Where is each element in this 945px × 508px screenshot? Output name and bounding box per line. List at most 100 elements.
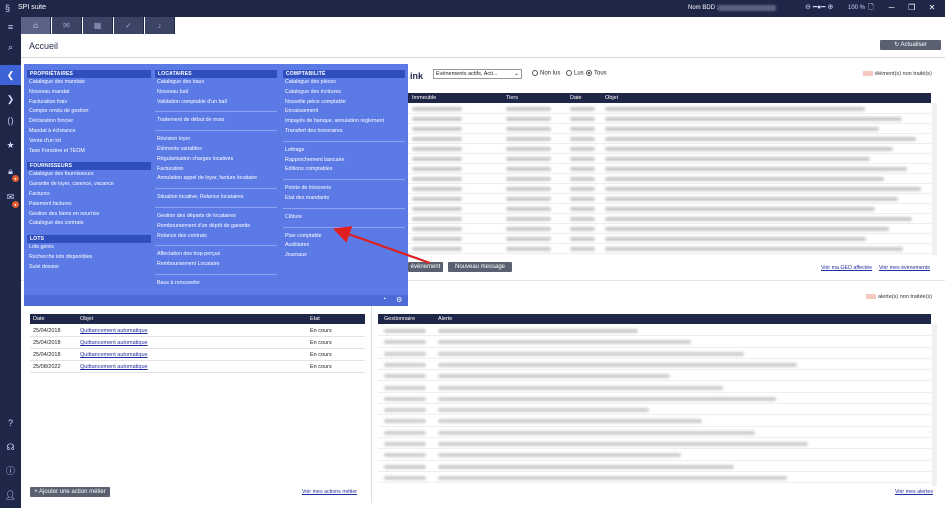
action-object-link[interactable]: Quittancement automatique	[80, 361, 148, 373]
action-object-link[interactable]: Quittancement automatique	[80, 337, 148, 349]
zoom-out-icon[interactable]: ⊖	[805, 4, 811, 11]
table-row[interactable]	[378, 461, 931, 472]
table-row[interactable]: 25/04/2018 Quittancement automatique En co…	[30, 349, 365, 361]
table-row[interactable]	[408, 144, 931, 154]
table-row[interactable]	[408, 204, 931, 214]
alerts-link[interactable]: Voir mes alertes	[895, 489, 933, 495]
forward-icon[interactable]: ❯	[0, 89, 21, 109]
action-object-link[interactable]: Quittancement automatique	[80, 349, 148, 361]
flyout-menu-item[interactable]: Catalogue des pièces	[283, 78, 405, 88]
events-filter-select[interactable]: Evènements actifs, Acti... ⌄	[433, 69, 522, 79]
events-scrollbar[interactable]	[932, 103, 937, 255]
table-row[interactable]	[408, 244, 931, 254]
flyout-menu-item[interactable]: Garantie de loyer, carence, vacance	[27, 180, 151, 190]
table-row[interactable]	[378, 438, 931, 450]
flyout-menu-item[interactable]: Editions comptables	[283, 165, 405, 175]
flyout-menu-item[interactable]: Paiement factures	[27, 200, 151, 210]
flyout-menu-item[interactable]: Remboursement d'un dépôt de garantie	[155, 222, 277, 232]
table-row[interactable]	[408, 224, 931, 234]
event-button[interactable]: évènement	[408, 262, 443, 272]
nav-arrow-icon[interactable]: ❮	[0, 65, 21, 85]
menu-icon[interactable]: ≡	[0, 17, 21, 37]
flyout-menu-item[interactable]: Suivi dossier	[27, 263, 151, 273]
radio-lus[interactable]: Lus	[566, 70, 584, 77]
ged-link[interactable]: Voir ma GED affectée	[821, 265, 872, 271]
flyout-menu-item[interactable]: Révision loyer	[155, 135, 277, 145]
restore-icon[interactable]: ❐	[903, 3, 921, 12]
flyout-menu-item[interactable]: Mandat à échéance	[27, 127, 151, 137]
action-object-link[interactable]: Quittancement automatique	[80, 325, 148, 337]
table-row[interactable]	[408, 124, 931, 134]
flyout-menu-item[interactable]: Clôture	[283, 213, 405, 223]
flyout-menu-item[interactable]: Lettrage	[283, 146, 405, 156]
flyout-menu-item[interactable]: Baux à renouveler	[155, 279, 277, 289]
actions-link[interactable]: Voir mes actions métier	[302, 489, 357, 495]
code-icon[interactable]: ⟨⟩	[0, 111, 21, 131]
flyout-menu-item[interactable]: Facturation	[155, 165, 277, 175]
table-row[interactable]	[378, 336, 931, 348]
zoom-in-icon[interactable]: ⊕	[827, 4, 833, 11]
document-icon[interactable]: 🗋	[868, 3, 874, 14]
table-row[interactable]	[408, 184, 931, 194]
flyout-menu-item[interactable]: Gestion des biens en nourrice	[27, 210, 151, 220]
flyout-menu-item[interactable]: Éléments variables	[155, 145, 277, 155]
bell-tab-icon[interactable]: ♪	[145, 17, 175, 34]
table-row[interactable]	[378, 404, 931, 416]
home-tab-icon[interactable]: ⌂	[21, 17, 51, 34]
table-row[interactable]	[378, 393, 931, 405]
flyout-menu-item[interactable]: Déclaration foncier	[27, 117, 151, 127]
flyout-menu-item[interactable]: Etat des mandants	[283, 194, 405, 204]
flyout-menu-item[interactable]: Recherche lots disponibles	[27, 253, 151, 263]
flyout-menu-item[interactable]: Journaux	[283, 251, 405, 261]
flyout-menu-item[interactable]: Plan comptable	[283, 232, 405, 242]
table-row[interactable]	[408, 194, 931, 204]
calendar-tab-icon[interactable]: ▦	[83, 17, 113, 34]
gear-icon[interactable]: ⚙	[396, 296, 402, 304]
flyout-menu-item[interactable]: Nouveau mandat	[27, 88, 151, 98]
table-row[interactable]	[408, 114, 931, 124]
table-row[interactable]	[378, 472, 931, 484]
flyout-menu-item[interactable]: Compte rendu de gestion	[27, 107, 151, 117]
flyout-menu-item[interactable]: Catalogue des mandats	[27, 78, 151, 88]
close-icon[interactable]: ✕	[923, 3, 941, 12]
table-row[interactable]	[408, 214, 931, 224]
mail-tab-icon[interactable]: ✉	[52, 17, 82, 34]
flyout-menu-item[interactable]: Situation locative, Relance locataires	[155, 193, 277, 203]
flyout-menu-item[interactable]: Catalogue des fournisseurs	[27, 170, 151, 180]
flyout-menu-item[interactable]: Pointe de trésorerie	[283, 184, 405, 194]
help-icon[interactable]: ?	[0, 413, 21, 433]
user-icon[interactable]: 👤︎	[0, 485, 21, 505]
flyout-menu-item[interactable]: Catalogue des écritures	[283, 88, 405, 98]
flyout-menu-item[interactable]: Nouveau bail	[155, 88, 277, 98]
chart-icon[interactable]: ◔	[382, 296, 386, 303]
minimize-icon[interactable]: ─	[883, 3, 901, 12]
flyout-menu-item[interactable]: Traitement de début de mois	[155, 116, 277, 126]
flyout-menu-item[interactable]: Facturation frais	[27, 98, 151, 108]
flyout-menu-item[interactable]: Affectation des trop-perçus	[155, 250, 277, 260]
flyout-menu-item[interactable]: Factures	[27, 190, 151, 200]
flyout-menu-item[interactable]: Relance des contrats	[155, 232, 277, 242]
zoom-slider-icon[interactable]: ━●━	[813, 4, 826, 11]
flyout-menu-item[interactable]: Régularisation charges locatives	[155, 155, 277, 165]
table-row[interactable]: 25/08/2022 Quittancement automatique En co…	[30, 361, 365, 373]
flyout-menu-item[interactable]: Annulation appel de loyer, facture locat…	[155, 174, 277, 184]
table-row[interactable]: 25/04/2018 Quittancement automatique En co…	[30, 337, 365, 349]
search-icon[interactable]: ⌕	[0, 37, 21, 57]
star-icon[interactable]: ★	[0, 135, 21, 155]
table-row[interactable]	[408, 234, 931, 244]
flyout-menu-item[interactable]: Transfert des honoraires	[283, 127, 405, 137]
refresh-button[interactable]: ↻ Actualiser	[880, 40, 941, 50]
events-link[interactable]: Voir mes évènements	[879, 265, 930, 271]
flyout-menu-item[interactable]: Validation comptable d'un bail	[155, 98, 277, 108]
add-action-button[interactable]: + Ajouter une action métier	[30, 487, 110, 497]
table-row[interactable]	[408, 154, 931, 164]
table-row[interactable]	[408, 104, 931, 114]
table-row[interactable]	[378, 382, 931, 393]
new-message-button[interactable]: Nouveau message	[448, 262, 512, 272]
alerts-scrollbar[interactable]	[932, 324, 937, 486]
table-row[interactable]	[378, 449, 931, 461]
headset-icon[interactable]: ☊	[0, 437, 21, 457]
radio-tous[interactable]: Tous	[586, 70, 607, 77]
flyout-menu-item[interactable]: Encaissement	[283, 107, 405, 117]
flyout-menu-item[interactable]: Lots gérés	[27, 243, 151, 253]
